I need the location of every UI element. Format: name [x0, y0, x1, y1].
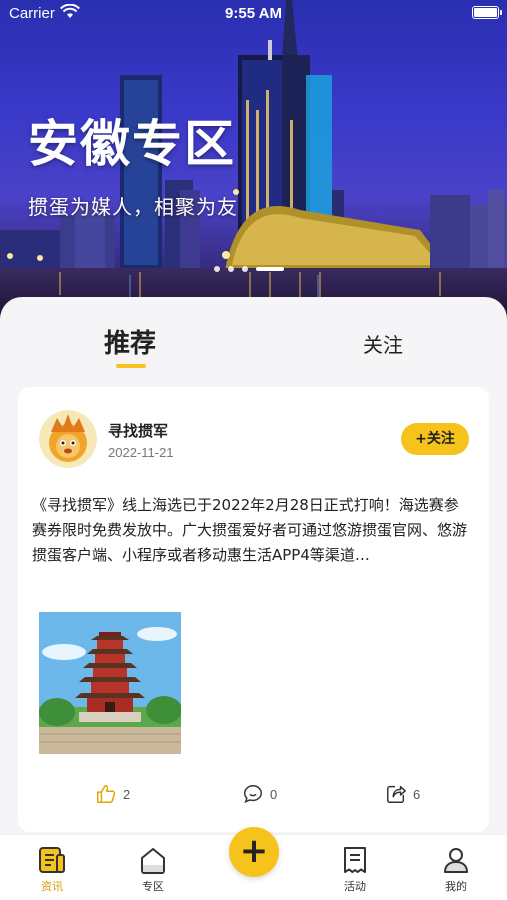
comment-button[interactable]: 0	[242, 783, 277, 805]
post-actions: 2 0 6	[18, 783, 489, 807]
tab-following[interactable]: 关注	[363, 329, 403, 358]
banner-carousel[interactable]: Carrier 9:55 AM 安徽专区 掼蛋为媒人，相聚为友	[0, 0, 507, 330]
post-image[interactable]	[39, 612, 181, 754]
profile-icon	[444, 848, 468, 873]
share-button[interactable]: 6	[385, 783, 420, 805]
banner-title: 安徽专区	[28, 115, 236, 173]
tabbar-label-zone: 专区	[142, 880, 164, 893]
clock: 9:55 AM	[225, 5, 282, 22]
tabbar-label-activity: 活动	[344, 880, 366, 893]
tabbar-label-news: 资讯	[41, 880, 63, 893]
carousel-dot-active[interactable]	[256, 267, 284, 271]
carousel-dot[interactable]	[214, 266, 220, 272]
tabbar-label-mine: 我的	[445, 880, 467, 893]
banner-subtitle: 掼蛋为媒人，相聚为友	[28, 195, 238, 219]
share-count: 6	[413, 786, 421, 802]
activity-icon	[344, 847, 366, 873]
avatar[interactable]	[39, 410, 97, 468]
zone-icon	[141, 848, 165, 874]
tabbar-item-mine[interactable]: 我的	[426, 845, 486, 894]
like-button[interactable]: 2	[95, 783, 130, 805]
tabbar-item-activity[interactable]: 活动	[325, 845, 385, 894]
carousel-dot[interactable]	[242, 266, 248, 272]
create-post-button[interactable]: +	[229, 827, 279, 877]
comment-count: 0	[270, 786, 278, 802]
post-author[interactable]: 寻找掼军	[108, 420, 168, 441]
active-tab-indicator	[116, 364, 146, 368]
post-body[interactable]: 《寻找掼军》线上海选已于2022年2月28日正式打响！海选赛参赛券限时免费发放中…	[32, 493, 472, 568]
tab-recommend[interactable]: 推荐	[104, 323, 156, 360]
carousel-dot[interactable]	[228, 266, 234, 272]
news-icon	[39, 847, 65, 873]
content-sheet: 推荐 关注 寻找掼军 2022-11-21 +关注 《寻找掼军》线上海选已于20…	[0, 297, 507, 900]
status-bar: Carrier 9:55 AM	[0, 0, 507, 28]
post-date: 2022-11-21	[108, 445, 174, 460]
post-card[interactable]: 寻找掼军 2022-11-21 +关注 《寻找掼军》线上海选已于2022年2月2…	[18, 387, 489, 832]
like-count: 2	[123, 786, 131, 802]
carousel-indicator	[214, 266, 284, 272]
follow-button[interactable]: +关注	[401, 423, 469, 455]
tabbar-item-news[interactable]: 资讯	[22, 845, 82, 894]
feed-tabs: 推荐 关注	[0, 297, 507, 377]
tabbar-item-zone[interactable]: 专区	[123, 845, 183, 894]
comment-icon	[244, 785, 262, 804]
thumbs-up-icon	[97, 785, 116, 803]
share-icon	[387, 785, 406, 803]
battery-icon	[472, 6, 502, 19]
